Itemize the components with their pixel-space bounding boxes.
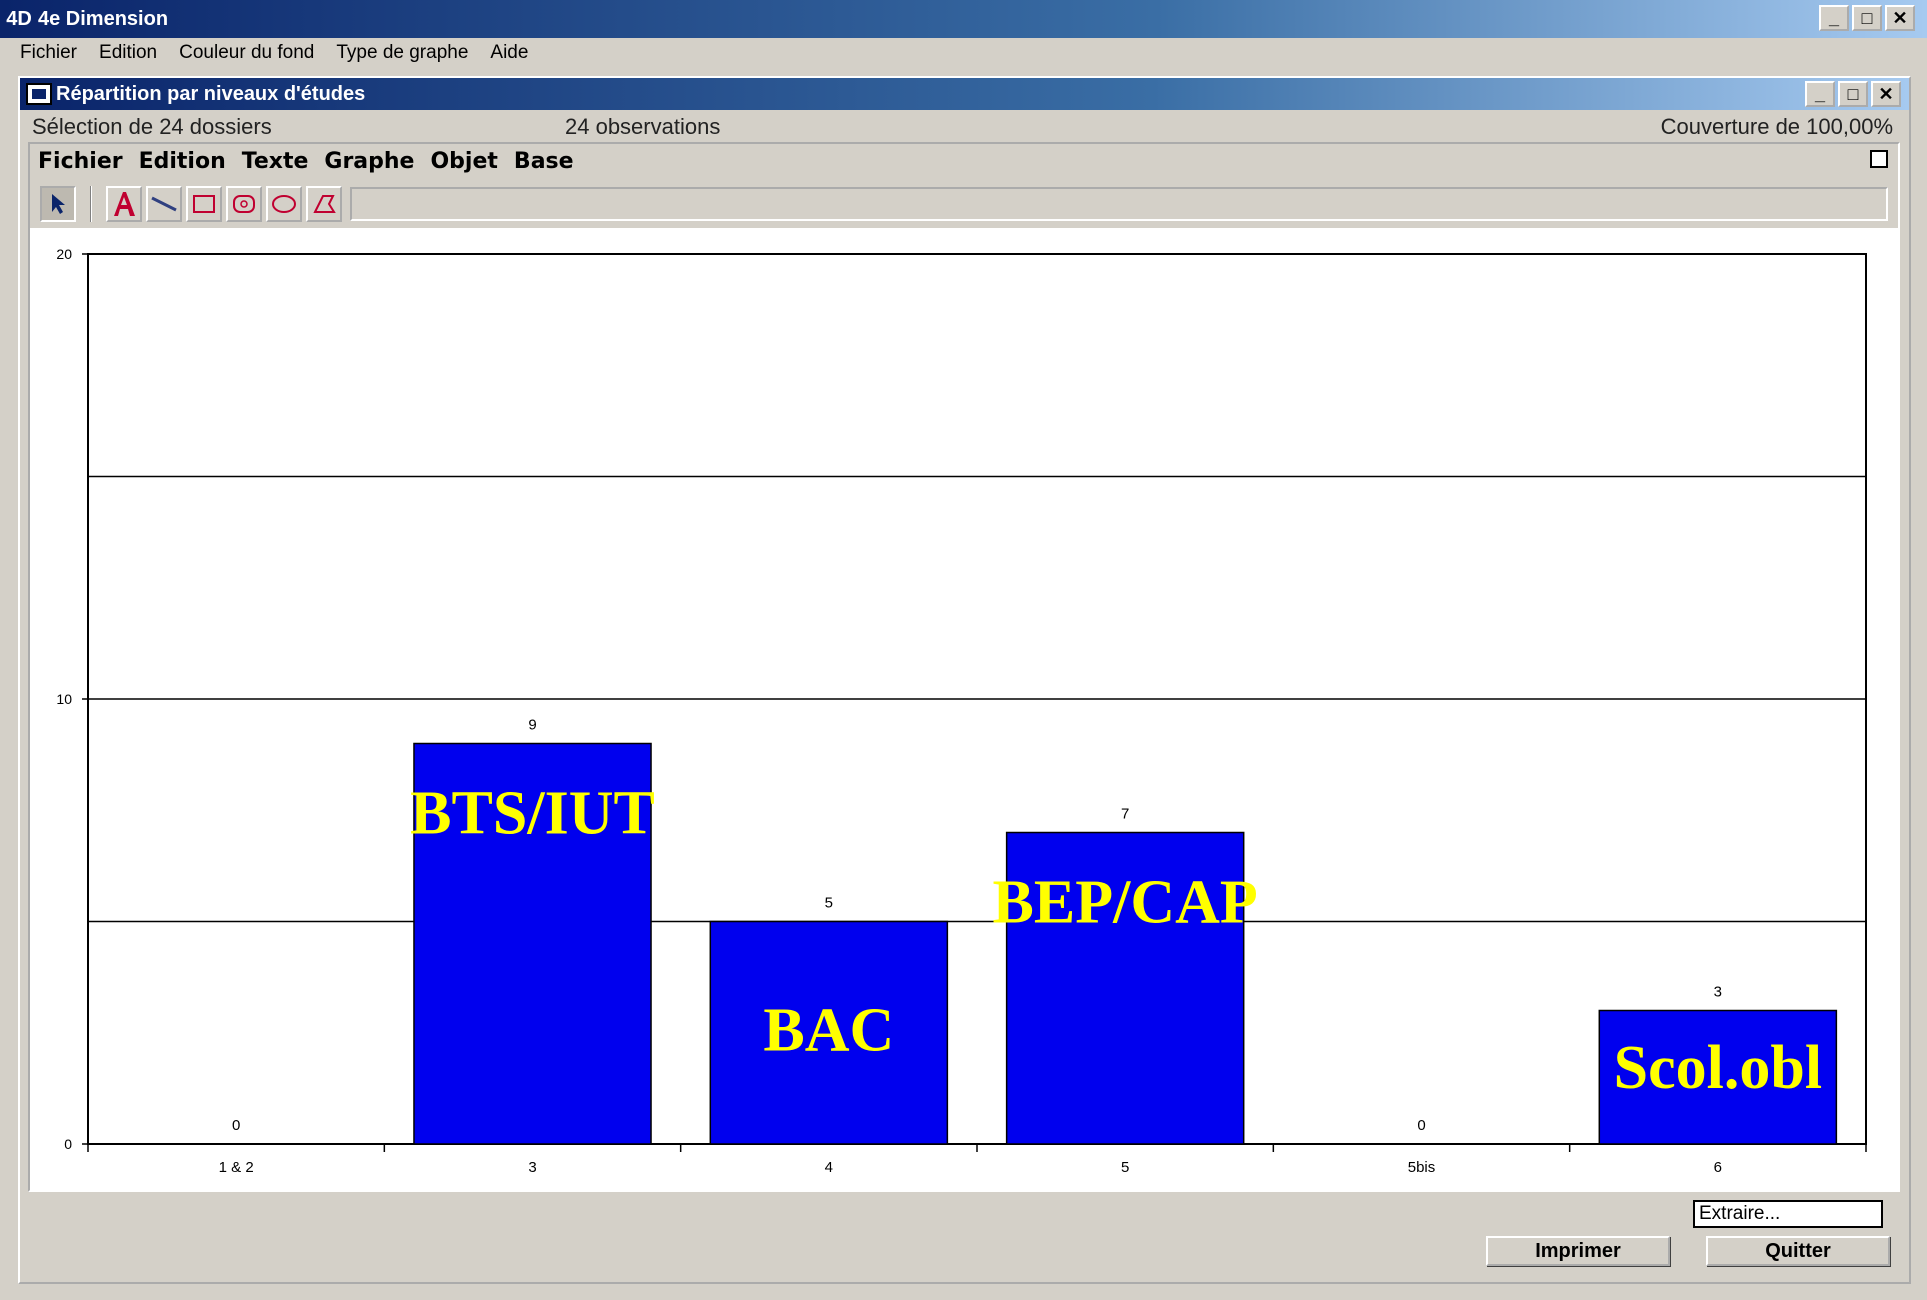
app-menubar: Fichier Edition Couleur du fond Type de …: [0, 38, 1927, 68]
text-tool-icon[interactable]: [106, 186, 142, 222]
doc-maximize-button[interactable]: □: [1838, 81, 1868, 107]
y-tick-label: 0: [64, 1136, 72, 1152]
x-tick-label: 3: [528, 1159, 536, 1176]
x-tick-label: 6: [1714, 1159, 1722, 1176]
observations-count: 24 observations: [565, 114, 721, 139]
x-tick-label: 1 & 2: [219, 1159, 254, 1176]
doc-window-icon: [26, 83, 52, 105]
bar-category-label: Scol.obl: [1614, 1034, 1822, 1102]
y-tick-label: 10: [56, 691, 72, 707]
menu-type-de-graphe[interactable]: Type de graphe: [336, 42, 468, 64]
doc-title: Répartition par niveaux d'études: [56, 82, 366, 105]
selection-status: Sélection de 24 dossiers: [32, 114, 272, 139]
data-label: 3: [1714, 984, 1722, 1001]
print-button[interactable]: Imprimer: [1486, 1236, 1670, 1266]
bar-category-label: BAC: [763, 997, 894, 1065]
app-close-button[interactable]: ✕: [1885, 5, 1915, 31]
bar-category-label: BEP/CAP: [993, 869, 1258, 937]
quit-button[interactable]: Quitter: [1706, 1236, 1890, 1266]
doc-window-controls: _ □ ✕: [1805, 81, 1901, 107]
data-label: 0: [1417, 1117, 1425, 1134]
doc-minimize-button[interactable]: _: [1805, 81, 1835, 107]
graph-menu-base[interactable]: Base: [514, 149, 574, 174]
palette-toggle-icon[interactable]: [1870, 150, 1888, 168]
graph-menu-objet[interactable]: Objet: [430, 149, 497, 174]
bar-chart: 0 10 20 0 1 & 2 9 3 BTS/IUT 5 4 BAC 7 5 BEP/CAP 0 5bis 3…: [56, 246, 1867, 1176]
x-tick-label: 4: [825, 1159, 833, 1176]
status-line: Sélection de 24 dossiers 24 observations…: [20, 112, 1909, 140]
menu-couleur-du-fond[interactable]: Couleur du fond: [179, 42, 314, 64]
bottom-bar: Extraire... Imprimer Quitter: [28, 1192, 1900, 1282]
toolbar-separator: [90, 186, 92, 222]
graph-window: Fichier Edition Texte Graphe Objet Base: [28, 142, 1900, 1192]
toolbar-empty-area: [350, 187, 1888, 221]
bar-category-label: BTS/IUT: [410, 780, 655, 848]
doc-titlebar: Répartition par niveaux d'études _ □ ✕: [20, 78, 1909, 110]
app-title: 4e Dimension: [38, 7, 169, 30]
extract-field[interactable]: Extraire...: [1693, 1200, 1883, 1228]
data-label: 0: [232, 1117, 240, 1134]
menu-fichier[interactable]: Fichier: [20, 42, 77, 64]
coverage-status: Couverture de 100,00%: [1660, 114, 1893, 139]
drawing-toolbar: [38, 184, 1888, 224]
rounded-rect-tool-icon[interactable]: [226, 186, 262, 222]
line-tool-icon[interactable]: [146, 186, 182, 222]
doc-close-button[interactable]: ✕: [1871, 81, 1901, 107]
app-window-controls: _ □ ✕: [1819, 5, 1915, 31]
y-tick-label: 20: [56, 246, 72, 262]
menu-edition[interactable]: Edition: [99, 42, 157, 64]
app-logo-icon: 4D: [6, 7, 32, 30]
app-minimize-button[interactable]: _: [1819, 5, 1849, 31]
oval-tool-icon[interactable]: [266, 186, 302, 222]
data-label: 7: [1121, 806, 1129, 823]
graph-menubar: Fichier Edition Texte Graphe Objet Base: [30, 144, 1898, 178]
graph-menu-edition[interactable]: Edition: [139, 149, 226, 174]
app-maximize-button[interactable]: □: [1852, 5, 1882, 31]
chart-area: 0 10 20 0 1 & 2 9 3 BTS/IUT 5 4 BAC 7 5 BEP/CAP 0 5bis 3…: [30, 228, 1898, 1190]
menu-aide[interactable]: Aide: [490, 42, 528, 64]
graph-menu-graphe[interactable]: Graphe: [324, 149, 414, 174]
arrow-tool-icon[interactable]: [40, 186, 76, 222]
graph-menu-fichier[interactable]: Fichier: [38, 149, 123, 174]
doc-window: Répartition par niveaux d'études _ □ ✕ S…: [18, 76, 1911, 1284]
x-tick-label: 5bis: [1408, 1159, 1436, 1176]
rect-tool-icon[interactable]: [186, 186, 222, 222]
x-tick-label: 5: [1121, 1159, 1129, 1176]
app-titlebar: 4D 4e Dimension _ □ ✕: [0, 0, 1927, 38]
data-label: 9: [528, 717, 536, 734]
polygon-tool-icon[interactable]: [306, 186, 342, 222]
graph-menu-texte[interactable]: Texte: [242, 149, 309, 174]
data-label: 5: [825, 895, 833, 912]
